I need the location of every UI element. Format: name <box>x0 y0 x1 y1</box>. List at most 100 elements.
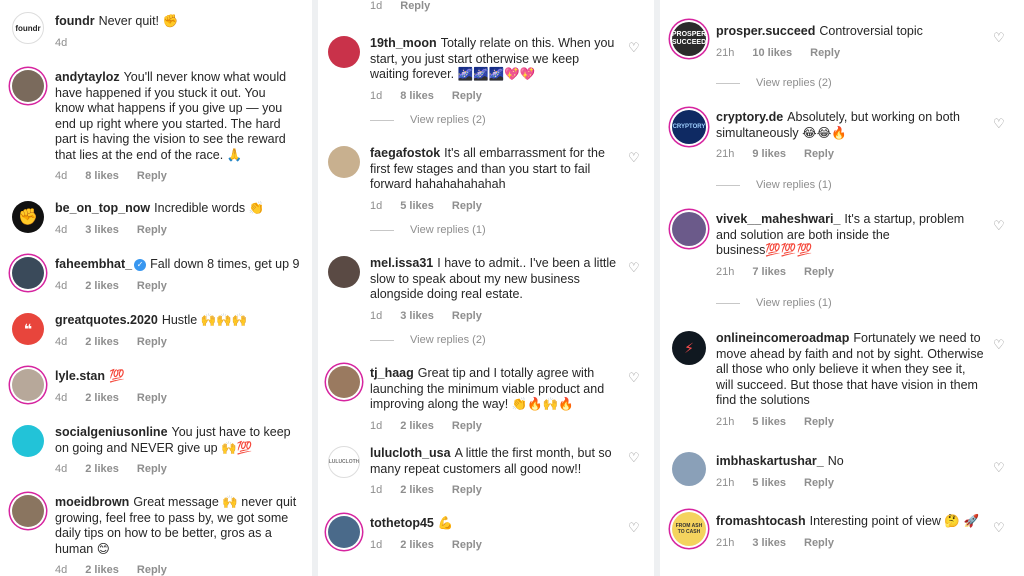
comment-username[interactable]: greatquotes.2020 <box>55 313 158 327</box>
reply-button[interactable]: Reply <box>137 463 167 475</box>
avatar-socialgenius[interactable] <box>12 425 44 457</box>
comment-username[interactable]: lulucloth_usa <box>370 446 451 460</box>
reply-button[interactable]: Reply <box>804 148 834 160</box>
comment-time: 4d <box>55 36 68 49</box>
like-heart-icon[interactable]: ♡ <box>993 117 1005 130</box>
comment-likes[interactable]: 2 likes <box>85 280 119 292</box>
comment-username[interactable]: vivek__maheshwari_ <box>716 212 840 226</box>
avatar-cryptory[interactable]: CRYPTORY <box>672 110 706 144</box>
comment-likes[interactable]: 5 likes <box>400 200 434 212</box>
reply-button[interactable]: Reply <box>804 477 834 489</box>
comment-likes[interactable]: 8 likes <box>400 90 434 102</box>
comment-likes[interactable]: 3 likes <box>85 224 119 236</box>
view-replies-link[interactable]: View replies (2) <box>370 334 486 346</box>
avatar-imbhaskartushar[interactable] <box>672 452 706 486</box>
like-heart-icon[interactable]: ♡ <box>993 219 1005 232</box>
avatar-faheembhat[interactable] <box>12 257 44 289</box>
reply-button[interactable]: Reply <box>452 200 482 212</box>
reply-button[interactable]: Reply <box>804 416 834 428</box>
comment-username[interactable]: imbhaskartushar_ <box>716 454 824 468</box>
comment-username[interactable]: tj_haag <box>370 366 414 380</box>
like-heart-icon[interactable]: ♡ <box>993 31 1005 44</box>
comment-username[interactable]: moeidbrown <box>55 495 129 509</box>
avatar-mel-issa31[interactable] <box>328 256 360 288</box>
comment-username[interactable]: 19th_moon <box>370 36 437 50</box>
view-replies-link[interactable]: View replies (2) <box>370 114 486 126</box>
comment-username[interactable]: mel.issa31 <box>370 256 433 270</box>
view-replies-link[interactable]: View replies (1) <box>716 179 832 191</box>
comment-likes[interactable]: 2 likes <box>85 392 119 404</box>
like-heart-icon[interactable]: ♡ <box>628 261 640 274</box>
avatar-tj-haag[interactable] <box>328 366 360 398</box>
comment-likes[interactable]: 3 likes <box>400 310 434 322</box>
comment-time: 1d <box>370 484 383 496</box>
reply-button[interactable]: Reply <box>137 564 167 576</box>
comment-likes[interactable]: 2 likes <box>85 463 119 475</box>
avatar-lyle-stan[interactable] <box>12 369 44 401</box>
like-heart-icon[interactable]: ♡ <box>628 41 640 54</box>
reply-button[interactable]: Reply <box>452 310 482 322</box>
reply-button[interactable]: Reply <box>137 224 167 236</box>
avatar-19th-moon[interactable] <box>328 36 360 68</box>
comment-username[interactable]: be_on_top_now <box>55 201 150 215</box>
avatar-andytayloz[interactable] <box>12 70 44 102</box>
reply-button[interactable]: Reply <box>804 537 834 549</box>
comment-username[interactable]: cryptory.de <box>716 110 783 124</box>
reply-button[interactable]: Reply <box>804 266 834 278</box>
reply-button[interactable]: Reply <box>452 420 482 432</box>
comment-likes[interactable]: 8 likes <box>85 170 119 182</box>
comment-username[interactable]: fromashtocash <box>716 514 806 528</box>
reply-button[interactable]: Reply <box>137 280 167 292</box>
avatar-tothetop45[interactable] <box>328 516 360 548</box>
view-replies-link[interactable]: View replies (1) <box>716 297 832 309</box>
comment-likes[interactable]: 2 likes <box>85 564 119 576</box>
reply-button[interactable]: Reply <box>452 90 482 102</box>
avatar-vivek-maheshwari[interactable] <box>672 212 706 246</box>
avatar-greatquotes[interactable]: ❝ <box>12 313 44 345</box>
comment-username[interactable]: andytayloz <box>55 70 120 84</box>
comment-username[interactable]: foundr <box>55 14 95 28</box>
avatar-onlineincomeroadmap[interactable]: ⚡ <box>672 331 706 365</box>
comment-likes[interactable]: 2 likes <box>400 484 434 496</box>
like-heart-icon[interactable]: ♡ <box>628 371 640 384</box>
comment-username[interactable]: onlineincomeroadmap <box>716 331 849 345</box>
comment-username[interactable]: lyle.stan <box>55 369 105 383</box>
comment-username[interactable]: faheembhat_ <box>55 257 132 271</box>
like-heart-icon[interactable]: ♡ <box>628 521 640 534</box>
like-heart-icon[interactable]: ♡ <box>628 151 640 164</box>
comment-likes[interactable]: 2 likes <box>400 420 434 432</box>
reply-button[interactable]: Reply <box>810 47 840 59</box>
avatar-fromashtocash[interactable]: FROM ASH TO CASH <box>672 512 706 546</box>
avatar-foundr[interactable]: foundr <box>12 12 44 44</box>
comment-likes[interactable]: 5 likes <box>752 477 786 489</box>
comment-time: 1d <box>370 0 383 12</box>
reply-button[interactable]: Reply <box>137 392 167 404</box>
avatar-lulucloth[interactable]: LULUCLOTH <box>328 446 360 478</box>
view-replies-link[interactable]: View replies (2) <box>716 77 832 89</box>
reply-button[interactable]: Reply <box>137 336 167 348</box>
comment-username[interactable]: tothetop45 <box>370 516 434 530</box>
comment-likes[interactable]: 5 likes <box>752 416 786 428</box>
avatar-prosper-succeed[interactable]: PROSPER SUCCEED <box>672 22 706 56</box>
avatar-be-on-top-now[interactable]: ✊ <box>12 201 44 233</box>
avatar-faegafostok[interactable] <box>328 146 360 178</box>
comment-likes[interactable]: 3 likes <box>752 537 786 549</box>
comment-likes[interactable]: 10 likes <box>752 47 792 59</box>
like-heart-icon[interactable]: ♡ <box>993 338 1005 351</box>
like-heart-icon[interactable]: ♡ <box>628 451 640 464</box>
view-replies-link[interactable]: View replies (1) <box>370 224 486 236</box>
comment-likes[interactable]: 9 likes <box>752 148 786 160</box>
reply-button[interactable]: Reply <box>400 0 430 12</box>
reply-button[interactable]: Reply <box>452 539 482 551</box>
comment-username[interactable]: prosper.succeed <box>716 24 815 38</box>
like-heart-icon[interactable]: ♡ <box>993 521 1005 534</box>
comment-username[interactable]: faegafostok <box>370 146 440 160</box>
reply-button[interactable]: Reply <box>452 484 482 496</box>
like-heart-icon[interactable]: ♡ <box>993 461 1005 474</box>
comment-likes[interactable]: 7 likes <box>752 266 786 278</box>
avatar-moeidbrown[interactable] <box>12 495 44 527</box>
reply-button[interactable]: Reply <box>137 170 167 182</box>
comment-likes[interactable]: 2 likes <box>85 336 119 348</box>
comment-likes[interactable]: 2 likes <box>400 539 434 551</box>
comment-username[interactable]: socialgeniusonline <box>55 425 168 439</box>
